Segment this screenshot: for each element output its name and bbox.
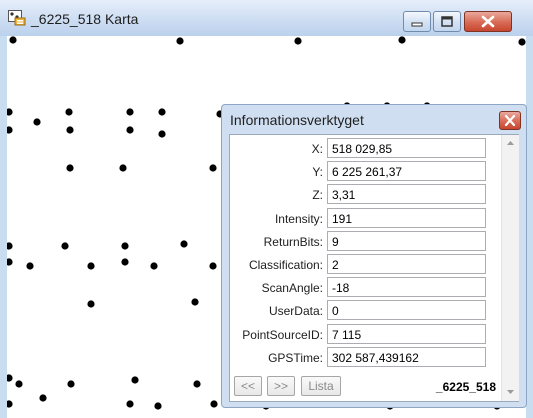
attribute-row: GPSTime: 302 587,439162 <box>230 346 500 369</box>
attribute-value-field[interactable]: -18 <box>327 277 486 298</box>
attribute-row: Intensity: 191 <box>230 207 500 230</box>
attribute-row: Y: 6 225 261,37 <box>230 161 500 183</box>
attribute-row: X: 518 029,85 <box>230 138 500 160</box>
attribute-value-field[interactable]: 6 225 261,37 <box>327 161 486 182</box>
window-title: _6225_518 Karta <box>31 11 139 27</box>
lidar-point[interactable] <box>7 108 13 116</box>
lidar-point[interactable] <box>209 164 217 172</box>
lidar-point[interactable] <box>87 262 95 270</box>
info-panel-footer: << >> Lista _6225_518 <box>230 373 500 401</box>
lidar-point[interactable] <box>126 400 134 408</box>
minimize-button[interactable] <box>403 11 431 32</box>
previous-point-button[interactable]: << <box>234 376 262 396</box>
attribute-label: UserData: <box>268 304 323 319</box>
lidar-point[interactable] <box>518 38 526 46</box>
attribute-row: UserData: 0 <box>230 300 500 322</box>
attribute-value-field[interactable]: 7 115 <box>327 323 486 344</box>
minimize-icon <box>411 22 423 27</box>
attribute-value-field[interactable]: 518 029,85 <box>327 138 486 158</box>
lidar-point[interactable] <box>33 118 41 126</box>
file-name-label: _6225_518 <box>435 380 496 394</box>
lidar-point[interactable] <box>9 36 17 44</box>
lidar-point[interactable] <box>121 242 129 250</box>
close-icon <box>481 15 495 28</box>
lidar-point[interactable] <box>7 258 13 266</box>
attribute-row: ReturnBits: 9 <box>230 230 500 253</box>
attribute-value-field[interactable]: 2 <box>327 254 486 274</box>
attribute-label: Classification: <box>248 258 323 272</box>
lidar-point[interactable] <box>65 108 73 116</box>
attribute-value-field[interactable]: 9 <box>327 230 486 251</box>
lidar-point[interactable] <box>158 130 166 138</box>
attribute-label: GPSTime: <box>268 350 323 365</box>
attribute-row: Classification: 2 <box>230 254 500 276</box>
map-app-icon <box>8 10 26 26</box>
lidar-point[interactable] <box>26 262 34 270</box>
attribute-value-field[interactable]: 3,31 <box>327 184 486 205</box>
close-icon <box>504 114 516 127</box>
lidar-point[interactable] <box>7 400 13 408</box>
attribute-row: Z: 3,31 <box>230 184 500 206</box>
info-panel-close-button[interactable] <box>499 111 521 130</box>
lidar-point[interactable] <box>193 380 201 388</box>
close-button[interactable] <box>464 11 512 32</box>
lidar-point[interactable] <box>158 108 166 116</box>
lidar-point[interactable] <box>150 262 158 270</box>
info-panel-title: Informationsverktyget <box>230 112 364 128</box>
info-panel-body: X: 518 029,85 Y: 6 225 261,37 Z: 3,31 Intensit… <box>229 134 519 402</box>
info-tool-panel: Informationsverktyget X: 518 029,85 Y: 6 22… <box>221 104 527 408</box>
attribute-label: Intensity: <box>274 211 323 226</box>
lidar-point[interactable] <box>126 126 134 134</box>
attribute-row: ScanAngle: -18 <box>230 277 500 299</box>
lidar-point[interactable] <box>210 400 218 408</box>
attribute-label: PointSourceID: <box>242 327 323 342</box>
lidar-point[interactable] <box>15 380 23 388</box>
lidar-point[interactable] <box>87 300 95 308</box>
lidar-point[interactable] <box>176 37 184 45</box>
maximize-icon <box>441 16 453 27</box>
lidar-point[interactable] <box>67 380 75 388</box>
lidar-point[interactable] <box>398 36 406 44</box>
attribute-label: Y: <box>312 165 323 180</box>
attribute-value-field[interactable]: 302 587,439162 <box>327 346 486 367</box>
lidar-point[interactable] <box>131 376 139 384</box>
lidar-point[interactable] <box>66 126 74 134</box>
attribute-label: Z: <box>312 188 323 203</box>
lidar-point[interactable] <box>209 262 217 270</box>
lidar-point[interactable] <box>180 240 188 248</box>
next-point-button[interactable]: >> <box>267 376 295 396</box>
lidar-point[interactable] <box>66 164 74 172</box>
lidar-point[interactable] <box>7 126 13 134</box>
lidar-point[interactable] <box>61 242 69 250</box>
title-bar[interactable]: _6225_518 Karta <box>0 0 533 36</box>
lidar-point[interactable] <box>119 164 127 172</box>
attribute-label: ReturnBits: <box>263 234 323 249</box>
lidar-point[interactable] <box>191 298 199 306</box>
attribute-label: X: <box>311 142 323 156</box>
maximize-button[interactable] <box>433 11 461 32</box>
lidar-point[interactable] <box>154 402 162 410</box>
scroll-up-icon <box>507 141 514 145</box>
attribute-label: ScanAngle: <box>261 281 323 296</box>
scroll-down-icon <box>507 390 514 394</box>
lidar-point[interactable] <box>39 394 47 402</box>
lidar-point[interactable] <box>7 374 13 382</box>
vertical-scrollbar[interactable] <box>501 135 519 401</box>
attribute-value-field[interactable]: 0 <box>327 300 486 321</box>
list-button[interactable]: Lista <box>301 376 341 396</box>
map-window: _6225_518 Karta Informationsverktyget X:… <box>0 0 533 418</box>
lidar-point[interactable] <box>294 37 302 45</box>
attribute-value-field[interactable]: 191 <box>327 207 486 228</box>
lidar-point[interactable] <box>121 258 129 266</box>
attribute-row: PointSourceID: 7 115 <box>230 323 500 346</box>
lidar-point[interactable] <box>126 108 134 116</box>
lidar-point[interactable] <box>7 242 13 250</box>
